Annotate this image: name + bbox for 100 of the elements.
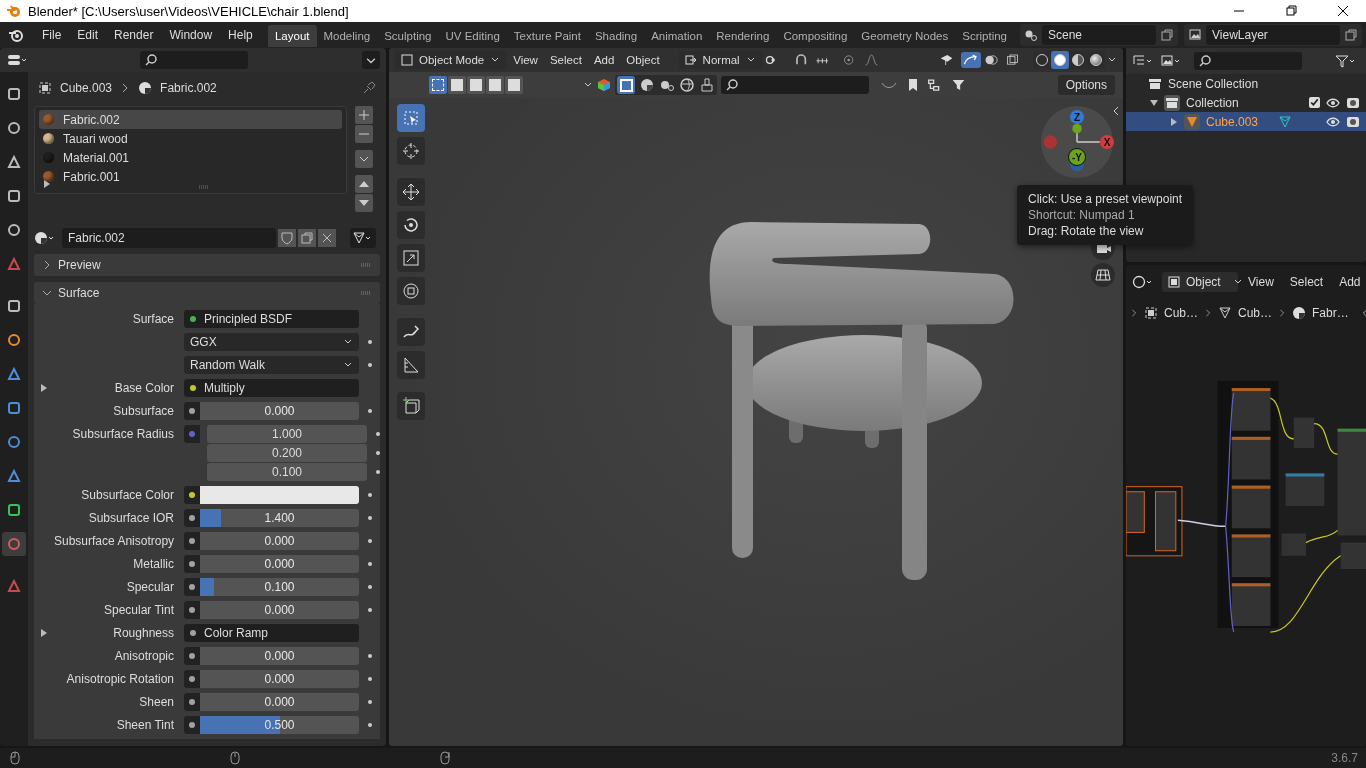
linked-node-field[interactable]: Multiply [184, 379, 359, 397]
drag-handle-icon[interactable] [360, 263, 372, 267]
node-frame[interactable] [1126, 486, 1183, 557]
workspace-tab[interactable]: UV Editing [438, 25, 507, 47]
outliner-row[interactable]: Scene Collection [1126, 74, 1366, 93]
number-field[interactable]: 0.100 [207, 463, 367, 481]
selection-mode-button[interactable] [505, 76, 523, 94]
move-down-icon[interactable] [355, 194, 373, 212]
outliner-row[interactable]: Cube.003 [1126, 112, 1366, 131]
value-slider[interactable]: 0.000 [200, 555, 359, 573]
resize-handle-icon[interactable] [198, 185, 210, 189]
grid-icon[interactable] [1091, 263, 1115, 287]
value-slider[interactable]: 0.000 [200, 601, 359, 619]
shield-icon[interactable] [278, 229, 296, 247]
socket-button[interactable] [184, 693, 200, 711]
workspace-tab[interactable]: Geometry Nodes [854, 25, 956, 47]
keyframe-dot[interactable] [367, 585, 372, 589]
selection-mode-button[interactable] [467, 76, 485, 94]
selection-mode-button[interactable] [486, 76, 504, 94]
workspace-tab[interactable]: Animation [644, 25, 710, 47]
menu-item[interactable]: Select [1283, 275, 1330, 289]
filter-icon[interactable] [1334, 54, 1356, 68]
workspace-tab[interactable]: Compositing [776, 25, 855, 47]
color-swatch[interactable] [200, 486, 359, 504]
value-slider[interactable]: 0.100 [200, 578, 359, 596]
axis-label[interactable]: X [1100, 135, 1114, 149]
object-filter-button[interactable] [617, 76, 635, 94]
linked-node-field[interactable]: Principled BSDF [184, 310, 359, 328]
workspace-tab[interactable]: Rendering [709, 25, 777, 47]
annotate-icon[interactable] [397, 318, 425, 346]
copy-icon[interactable] [298, 229, 316, 247]
dropdown-icon[interactable] [362, 51, 380, 69]
workspace-tab[interactable]: Modeling [316, 25, 378, 47]
node-tree-icon[interactable] [350, 228, 376, 248]
selection-mode-button[interactable] [429, 76, 447, 94]
measure-icon[interactable] [397, 351, 425, 379]
keyframe-dot[interactable] [367, 409, 372, 413]
maximize-icon[interactable] [1285, 5, 1297, 17]
material-slot[interactable]: Tauari wood [39, 129, 342, 148]
node[interactable] [1293, 417, 1315, 448]
search-field[interactable] [721, 76, 869, 94]
node[interactable] [1281, 533, 1306, 556]
scene-name-field[interactable]: Scene [1042, 25, 1156, 45]
socket-button[interactable] [184, 647, 200, 665]
number-field[interactable]: 1.000 [207, 425, 367, 443]
material-slot[interactable]: Fabric.002 [39, 110, 342, 129]
editor-type-icon[interactable] [6, 53, 28, 67]
workspace-tab[interactable]: Scripting [955, 25, 1014, 47]
socket-button[interactable] [184, 509, 200, 527]
options-dropdown[interactable]: Options [1057, 75, 1115, 95]
exclude-checkbox[interactable] [1309, 97, 1320, 108]
editor-type-icon[interactable] [1132, 275, 1154, 289]
menu-item[interactable]: View [1242, 275, 1280, 289]
expand-arrow-icon[interactable] [40, 384, 48, 392]
keyframe-dot[interactable] [375, 432, 380, 436]
camera-icon[interactable] [1346, 95, 1360, 110]
keyframe-dot[interactable] [367, 654, 372, 658]
socket-button[interactable] [184, 555, 200, 573]
menu-item[interactable]: Select [544, 54, 587, 66]
value-slider[interactable]: 0.000 [200, 647, 359, 665]
dropdown-field[interactable]: Random Walk [184, 356, 359, 374]
menu-item[interactable]: File [34, 28, 70, 42]
keyframe-dot[interactable] [367, 340, 372, 344]
keyframe-dot[interactable] [367, 493, 372, 497]
keyframe-dot[interactable] [367, 363, 372, 367]
add-icon[interactable] [355, 106, 373, 124]
socket-button[interactable] [184, 716, 200, 734]
search-field[interactable] [140, 51, 248, 69]
cursor-icon[interactable] [397, 137, 425, 165]
material-name-field[interactable]: Fabric.002 [62, 228, 276, 248]
menu-item[interactable]: Add [588, 54, 620, 66]
node[interactable] [1340, 542, 1366, 570]
keyframe-dot[interactable] [375, 451, 380, 455]
keyframe-dot[interactable] [367, 723, 372, 727]
transform-icon[interactable] [397, 277, 425, 305]
blender-logo-icon[interactable] [8, 27, 24, 43]
display-mode-icon[interactable] [1160, 54, 1182, 68]
navigation-gizmo[interactable] [1039, 104, 1115, 180]
keyframe-dot[interactable] [367, 700, 372, 704]
socket-button[interactable] [184, 601, 200, 619]
copy-icon[interactable] [1344, 28, 1358, 42]
node[interactable] [1337, 428, 1366, 536]
menu-item[interactable]: Add [1333, 275, 1366, 289]
panel-header[interactable]: Preview [34, 254, 380, 276]
expand-arrow-icon[interactable] [43, 180, 51, 188]
value-slider[interactable]: 1.400 [200, 509, 359, 527]
number-field[interactable]: 0.200 [207, 444, 367, 462]
color-cube-icon[interactable] [597, 78, 611, 92]
disclosure-triangle-icon[interactable] [1150, 98, 1158, 107]
socket-button[interactable] [184, 578, 200, 596]
socket-button[interactable] [184, 670, 200, 688]
linked-node-field[interactable]: Color Ramp [184, 624, 359, 642]
keyframe-dot[interactable] [367, 677, 372, 681]
workspace-tab[interactable]: Texture Paint [506, 25, 588, 47]
keyframe-dot[interactable] [367, 608, 372, 612]
menu-item[interactable]: Object [621, 54, 665, 66]
copy-icon[interactable] [1160, 28, 1174, 42]
menu-item[interactable]: Edit [69, 28, 107, 42]
brush-icon[interactable] [699, 77, 715, 93]
keyframe-dot[interactable] [367, 516, 372, 520]
